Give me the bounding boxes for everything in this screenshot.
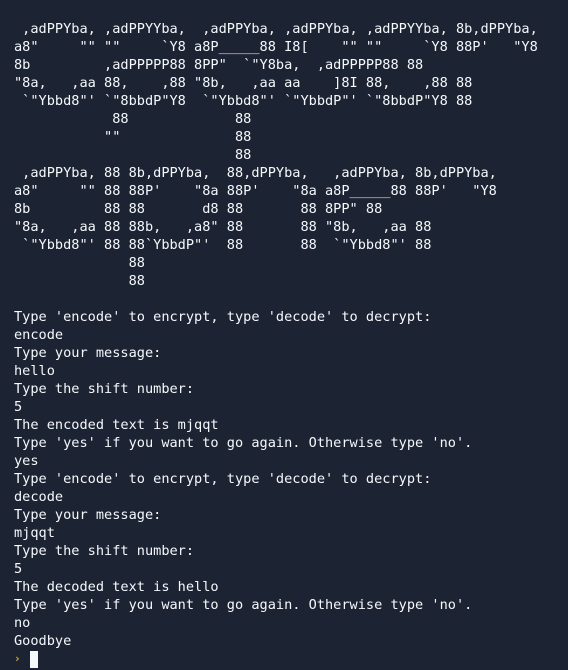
cipher-ascii-banner: ,adPPYba, ,adPPYYba, ,adPPYba, ,adPPYba,… [14, 21, 538, 289]
output-line: Type your message: [14, 507, 162, 523]
user-input-line: mjqqt [14, 525, 55, 541]
user-input-line: encode [14, 327, 64, 343]
output-line: The encoded text is mjqqt [14, 417, 219, 433]
user-input-line: decode [14, 489, 64, 505]
output-line: Type 'encode' to encrypt, type 'decode' … [14, 471, 432, 487]
output-line: Type 'yes' if you want to go again. Othe… [14, 435, 473, 451]
user-input-line: no [14, 615, 31, 631]
console-output[interactable]: ,adPPYba, ,adPPYYba, ,adPPYba, ,adPPYba,… [0, 0, 568, 670]
user-input-line: 5 [14, 561, 23, 577]
user-input-line: 5 [14, 399, 23, 415]
output-line: Type your message: [14, 345, 162, 361]
output-line: Type the shift number: [14, 543, 195, 559]
text-cursor[interactable] [30, 650, 38, 668]
prompt-chevron-icon: › [14, 652, 21, 665]
output-line: Type the shift number: [14, 381, 195, 397]
output-line: Goodbye [14, 633, 72, 649]
output-line: Type 'yes' if you want to go again. Othe… [14, 597, 473, 613]
input-prompt[interactable]: › [14, 650, 568, 668]
output-line: Type 'encode' to encrypt, type 'decode' … [14, 309, 432, 325]
user-input-line: yes [14, 453, 39, 469]
user-input-line: hello [14, 363, 55, 379]
output-line: The decoded text is hello [14, 579, 219, 595]
